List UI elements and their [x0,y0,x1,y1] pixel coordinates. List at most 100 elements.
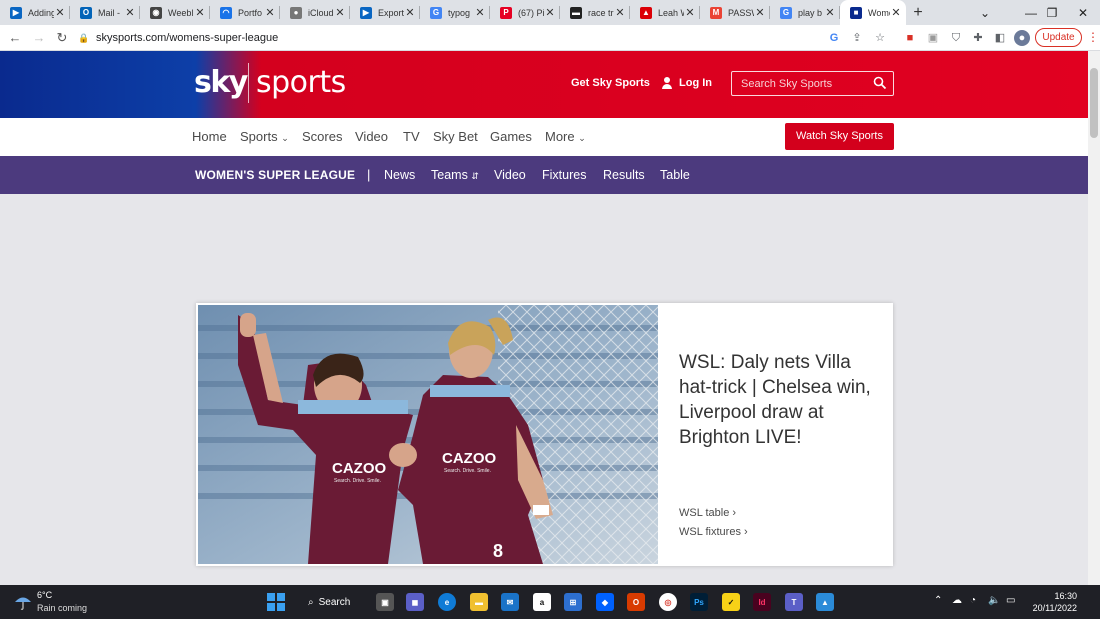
nav-more[interactable]: More ⌄ [545,129,586,144]
tasks-check-icon[interactable]: ✓ [722,593,740,611]
subnav-teams[interactable]: Teams ⇵ [431,168,479,182]
subnav-results[interactable]: Results [603,168,645,182]
login-link[interactable]: Log In [662,77,712,89]
search-input[interactable]: Search Sky Sports [731,71,894,96]
tray-chevron-up-icon[interactable]: ⌃ [934,595,942,606]
new-tab-button[interactable]: + [906,0,930,25]
browser-tab[interactable]: Gtypog ✕ [420,0,490,25]
dropbox-icon[interactable]: ◆ [596,593,614,611]
article-photo[interactable]: CAZOO Search. Drive. Smile. CAZOO Search… [198,305,658,564]
wifi-icon[interactable]: ◔ [970,595,976,606]
profile-avatar[interactable]: ● [1014,30,1030,46]
nav-sky-bet[interactable]: Sky Bet [433,129,478,144]
extension-shield-icon[interactable]: ⛉ [948,30,964,46]
taskbar-search[interactable]: ⌕ Search [308,591,366,613]
browser-tab[interactable]: Gplay b ✕ [770,0,840,25]
indesign-icon[interactable]: Id [753,593,771,611]
nav-scores[interactable]: Scores [302,129,342,144]
battery-icon[interactable]: ▭ [1006,595,1015,606]
wsl-table-link[interactable]: WSL table › [679,507,736,519]
mail-icon[interactable]: ✉ [501,593,519,611]
sky-logo[interactable]: sky [194,65,248,100]
wsl-fixtures-link[interactable]: WSL fixtures › [679,526,748,538]
teams-icon[interactable]: T [785,593,803,611]
tab-close-icon[interactable]: ✕ [404,6,416,19]
update-button[interactable]: Update [1035,28,1082,47]
tab-close-icon[interactable]: ✕ [890,6,902,19]
file-explorer-icon[interactable]: ▬ [470,593,488,611]
back-icon[interactable]: ← [6,30,24,46]
tab-close-icon[interactable]: ✕ [614,6,626,19]
subnav-fixtures[interactable]: Fixtures [542,168,586,182]
tab-close-icon[interactable]: ✕ [264,6,276,19]
tab-close-icon[interactable]: ✕ [474,6,486,19]
tab-close-icon[interactable]: ✕ [334,6,346,19]
sports-logo[interactable]: sports [256,65,346,100]
onedrive-icon[interactable]: ☁ [952,595,962,606]
system-clock[interactable]: 16:30 20/11/2022 [1027,590,1077,614]
office-icon[interactable]: O [627,593,645,611]
featured-article-card[interactable]: CAZOO Search. Drive. Smile. CAZOO Search… [196,303,893,566]
task-view-icon[interactable]: ▣ [376,593,394,611]
tab-search-icon[interactable]: ⌄ [968,0,1002,25]
nav-tv[interactable]: TV [403,129,420,144]
browser-tab[interactable]: ▶ Export ✕ [350,0,420,25]
tab-close-icon[interactable]: ✕ [194,6,206,19]
browser-tab[interactable]: O Mail - ✕ [70,0,140,25]
weather-description[interactable]: Rain coming [37,603,87,613]
weather-temperature[interactable]: 6°C [37,590,52,600]
extension-grey-icon[interactable]: ▣ [925,30,941,46]
browser-tab[interactable]: ▲ Leah W✕ [630,0,700,25]
menu-kebab-icon[interactable]: ⋮ [1087,30,1099,44]
subnav-table[interactable]: Table [660,168,690,182]
extensions-puzzle-icon[interactable]: ✚ [970,30,986,46]
google-icon[interactable]: G [826,30,842,46]
photoshop-icon[interactable]: Ps [690,593,708,611]
windows-start-icon[interactable] [267,593,285,611]
photos-icon[interactable]: ▲ [816,593,834,611]
nav-video[interactable]: Video [355,129,388,144]
edge-icon[interactable]: e [438,593,456,611]
search-icon[interactable] [873,76,887,90]
bookmark-star-icon[interactable]: ☆ [872,30,888,46]
browser-tab[interactable]: ■ Wome✕ [840,0,906,25]
nav-sports[interactable]: Sports ⌄ [240,129,289,144]
scrollbar-thumb[interactable] [1090,68,1098,138]
article-headline[interactable]: WSL: Daly nets Villa hat-trick | Chelsea… [679,350,874,450]
volume-icon[interactable]: 🔈 [988,595,1000,606]
share-icon[interactable]: ⇪ [849,30,865,46]
tab-close-icon[interactable]: ✕ [54,6,66,19]
close-window-icon[interactable]: ✕ [1066,0,1100,25]
browser-tab[interactable]: P (67) Pi ✕ [490,0,560,25]
tab-close-icon[interactable]: ✕ [124,6,136,19]
section-title[interactable]: WOMEN'S SUPER LEAGUE [195,168,355,182]
tab-close-icon[interactable]: ✕ [544,6,556,19]
watch-sky-sports-button[interactable]: Watch Sky Sports [785,123,894,150]
reload-icon[interactable]: ↻ [53,30,71,46]
chrome-icon[interactable]: ◎ [659,593,677,611]
browser-tab[interactable]: ◠ Portfo ✕ [210,0,280,25]
store-icon[interactable]: ⊞ [564,593,582,611]
forward-icon[interactable]: → [30,30,48,46]
amazon-icon[interactable]: a [533,593,551,611]
extension-red-icon[interactable]: ■ [902,30,918,46]
page-scrollbar[interactable] [1088,51,1100,585]
browser-tab[interactable]: ● iCloud ✕ [280,0,350,25]
rain-umbrella-icon[interactable] [14,593,32,611]
subnav-news[interactable]: News [384,168,415,182]
tab-close-icon[interactable]: ✕ [754,6,766,19]
subnav-video[interactable]: Video [494,168,526,182]
get-sky-sports-link[interactable]: Get Sky Sports [571,77,650,89]
nav-home[interactable]: Home [192,129,227,144]
tab-close-icon[interactable]: ✕ [684,6,696,19]
nav-games[interactable]: Games [490,129,532,144]
teams-chat-icon[interactable]: ◼ [406,593,424,611]
url-field[interactable]: 🔒 skysports.com/womens-super-league [78,28,898,48]
side-panel-icon[interactable]: ◧ [992,30,1008,46]
browser-tab[interactable]: ▶ Adding ✕ [0,0,70,25]
restore-icon[interactable]: ❐ [1035,0,1069,25]
browser-tab[interactable]: ◉ Weebl ✕ [140,0,210,25]
browser-tab[interactable]: M PASSW✕ [700,0,770,25]
browser-tab[interactable]: ▬ race tr ✕ [560,0,630,25]
tab-close-icon[interactable]: ✕ [824,6,836,19]
